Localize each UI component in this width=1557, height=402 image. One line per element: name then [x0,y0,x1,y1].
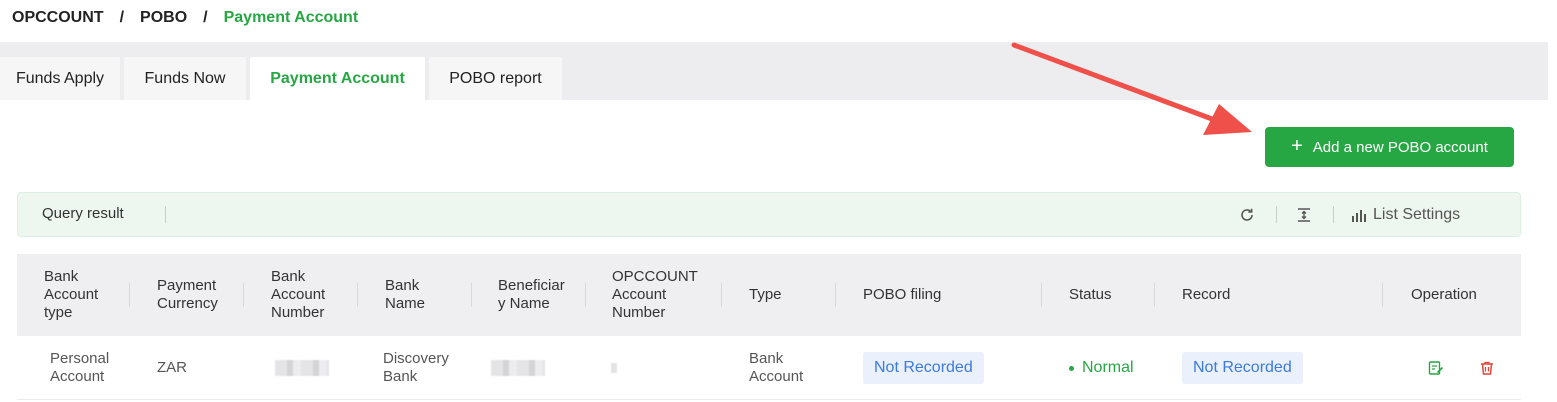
add-pobo-account-button[interactable]: + Add a new POBO account [1265,127,1514,167]
redacted-value [275,360,329,376]
col-status: Status [1042,254,1155,336]
pobo-filing-badge: Not Recorded [863,352,984,384]
record-badge: Not Recorded [1182,352,1303,384]
trash-icon[interactable] [1478,359,1496,377]
tab-pobo-report[interactable]: POBO report [429,57,562,100]
accounts-table: Bank Account type Payment Currency Bank Acco… [17,254,1521,400]
tab-funds-now[interactable]: Funds Now [124,57,246,100]
page: OPCCOUNT / POBO / Payment Account Funds … [0,0,1557,402]
col-pobo-filing: POBO filing [836,254,1042,336]
col-bank-account-number: Bank Account Number [244,254,358,336]
breadcrumb-current: Payment Account [223,9,359,26]
breadcrumb-separator: / [203,9,208,26]
cell-currency: ZAR [157,359,187,376]
col-bank-account-type: Bank Account type [17,254,130,336]
table-row: Personal Account ZAR Discovery Bank Bank Ac… [17,336,1521,400]
edit-icon[interactable] [1427,359,1445,377]
list-settings-label: List Settings [1373,206,1461,223]
col-opccount-account-number: OPCCOUNT Account Number [586,254,722,336]
col-type: Type [722,254,836,336]
add-pobo-account-label: Add a new POBO account [1312,138,1488,156]
cell-bank-name: Discovery Bank [383,350,449,385]
breadcrumb-item-pobo[interactable]: POBO [140,9,187,27]
col-operation: Operation [1411,286,1477,303]
cell-opccount-account-number [611,336,651,400]
cell-account-number [275,336,355,400]
breadcrumb-separator: / [119,9,125,26]
query-result-label: Query result [42,205,124,222]
cell-operation [1427,336,1507,400]
table-body: Personal Account ZAR Discovery Bank Bank Ac… [17,336,1521,400]
breadcrumb-item-opccount[interactable]: OPCCOUNT [12,9,104,27]
refresh-icon[interactable] [1239,204,1255,226]
density-icon[interactable] [1296,204,1312,226]
breadcrumb: OPCCOUNT / POBO / Payment Account [12,8,358,28]
cell-record: Not Recorded [1182,336,1342,400]
cell-status: Normal [1069,336,1169,400]
redacted-value [611,363,617,373]
col-beneficiary-name: Beneficiar y Name [472,254,586,336]
col-bank-name: Bank Name [358,254,472,336]
cell-account-type: Personal Account [50,350,110,385]
col-record: Record [1155,254,1383,336]
divider [1333,206,1334,223]
tab-payment-account[interactable]: Payment Account [250,57,425,100]
tab-funds-apply[interactable]: Funds Apply [0,57,120,100]
table-header: Bank Account type Payment Currency Bank Acco… [17,254,1521,336]
status-badge: Normal [1069,359,1134,377]
status-dot [1069,365,1074,371]
cell-pobo-filing: Not Recorded [863,336,1023,400]
cell-beneficiary-name [491,336,571,400]
cell-type: Bank Account [749,350,804,385]
divider [165,206,166,223]
query-result-bar: Query result List Settings [17,192,1521,237]
bar-chart-icon [1352,210,1366,222]
redacted-value [491,360,545,376]
tab-bar: Funds Apply Funds Now Payment Account PO… [0,42,1548,100]
divider [1276,206,1277,223]
plus-icon: + [1291,135,1303,157]
col-payment-currency: Payment Currency [130,254,244,336]
list-settings-button[interactable]: List Settings [1351,204,1460,226]
